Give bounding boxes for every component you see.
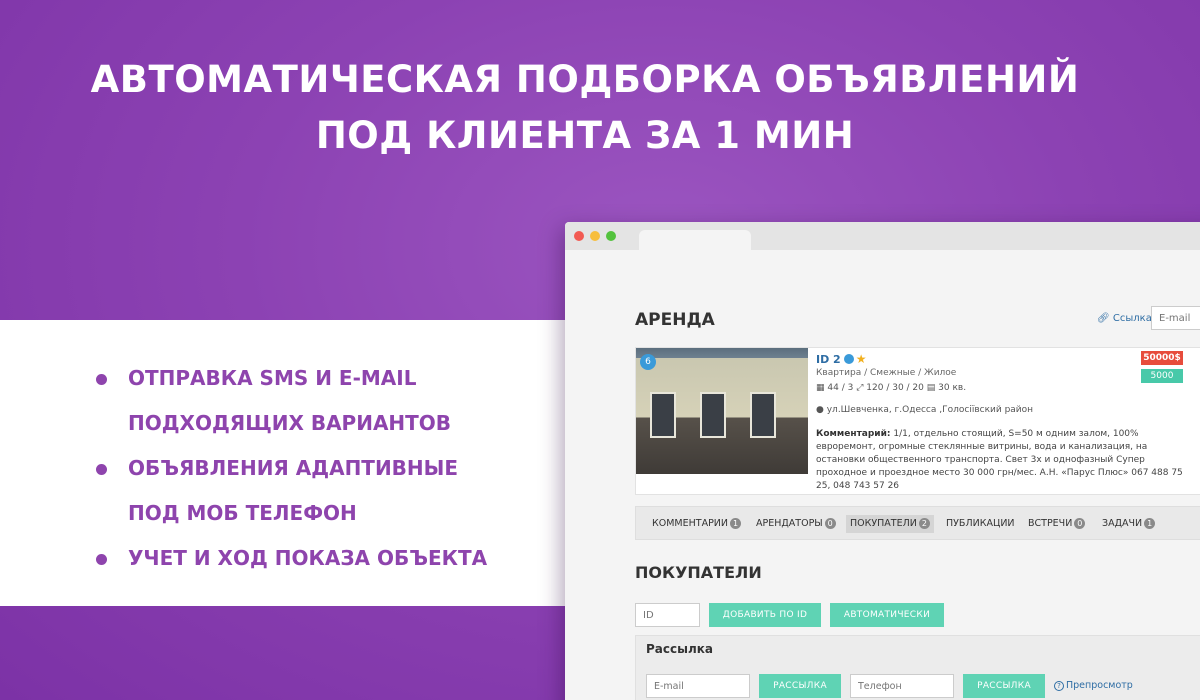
- tab-label: ПОКУПАТЕЛИ: [850, 518, 917, 529]
- close-window-icon[interactable]: [574, 231, 584, 241]
- bullet-icon: [96, 554, 107, 565]
- tab-label: АРЕНДАТОРЫ: [756, 518, 823, 529]
- headline-line-2: ПОД КЛИЕНТА ЗА 1 МИН: [315, 114, 855, 157]
- comment-label: Комментарий:: [816, 429, 891, 439]
- maximize-window-icon[interactable]: [606, 231, 616, 241]
- mailing-email-input[interactable]: [646, 674, 750, 698]
- link-icon: 🔗︎: [1097, 313, 1110, 324]
- floors-value: 44 / 3: [827, 383, 854, 393]
- listing-card[interactable]: 6 ID 2 ★ Квартира / Смежные / Жилое ▦ 44 …: [635, 347, 1200, 495]
- tab-bar: КОММЕНТАРИИ 1 АРЕНДАТОРЫ 0 ПОКУПАТЕЛИ 2 ПУБ…: [635, 506, 1200, 540]
- auto-button[interactable]: АВТОМАТИЧЕСКИ: [830, 603, 944, 627]
- minimize-window-icon[interactable]: [590, 231, 600, 241]
- browser-window: АРЕНДА 🔗︎ Ссылка 6 ID 2 ★ Квартира / Смеж…: [565, 222, 1200, 700]
- features-panel: ОТПРАВКА SMS И E-MAIL ПОДХОДЯЩИХ ВАРИАНТ…: [0, 320, 600, 606]
- tab-count-badge: 2: [918, 518, 930, 529]
- link-button[interactable]: 🔗︎ Ссылка: [1097, 313, 1152, 324]
- listing-photo[interactable]: 6: [636, 348, 808, 474]
- star-icon[interactable]: ★: [856, 352, 867, 366]
- tab-label: ЗАДАЧИ: [1102, 518, 1143, 529]
- feature-item: ОБЪЯВЛЕНИЯ АДАПТИВНЫЕ ПОД МОБ ТЕЛЕФОН: [96, 446, 487, 536]
- tab-comments[interactable]: КОММЕНТАРИИ 1: [648, 515, 745, 533]
- mailing-phone-input[interactable]: [850, 674, 954, 698]
- browser-titlebar: [565, 222, 1200, 250]
- feature-item: ОТПРАВКА SMS И E-MAIL ПОДХОДЯЩИХ ВАРИАНТ…: [96, 356, 487, 446]
- tab-count-badge: 0: [824, 518, 836, 529]
- feature-text: ОБЪЯВЛЕНИЯ АДАПТИВНЫЕ: [128, 456, 459, 480]
- add-by-id-button[interactable]: ДОБАВИТЬ ПО ID: [709, 603, 821, 627]
- help-icon: ?: [1054, 681, 1064, 691]
- address-text: ул.Шевченка, г.Одесса ,Голосіївский райо…: [826, 405, 1034, 415]
- mailing-email-send-button[interactable]: РАССЫЛКА: [759, 674, 841, 698]
- bullet-icon: [96, 464, 107, 475]
- tab-label: КОММЕНТАРИИ: [652, 518, 729, 529]
- tab-tasks[interactable]: ЗАДАЧИ 1: [1098, 515, 1159, 533]
- mailing-panel: Рассылка РАССЫЛКА РАССЫЛКА ?Препросмотр: [635, 635, 1200, 700]
- listing-id[interactable]: ID 2 ★: [816, 352, 866, 366]
- photo-count-badge: 6: [640, 354, 656, 370]
- feature-text: ОТПРАВКА SMS И E-MAIL: [128, 366, 417, 390]
- features-list: ОТПРАВКА SMS И E-MAIL ПОДХОДЯЩИХ ВАРИАНТ…: [96, 356, 487, 581]
- email-input[interactable]: [1151, 306, 1200, 330]
- preview-link[interactable]: ? Препросмотр: [1054, 680, 1133, 691]
- section-title: ПОКУПАТЕЛИ: [635, 563, 762, 582]
- page-title: АРЕНДА: [635, 310, 715, 330]
- photo-window: [650, 392, 676, 438]
- link-label: Ссылка: [1112, 313, 1152, 324]
- tab-count-badge: 1: [1144, 518, 1156, 529]
- listing-type: Квартира / Смежные / Жилое: [816, 368, 957, 378]
- mailing-phone-send-button[interactable]: РАССЫЛКА: [963, 674, 1045, 698]
- tab-buyers[interactable]: ПОКУПАТЕЛИ 2: [846, 515, 934, 533]
- browser-tab[interactable]: [639, 230, 751, 250]
- tab-label: ВСТРЕЧИ: [1028, 518, 1073, 529]
- listing-area: ▦ 44 / 3 ⤢ 120 / 30 / 20 ▤ 30 кв.: [816, 383, 966, 393]
- area-icon: ▤: [926, 383, 936, 393]
- photo-window: [700, 392, 726, 438]
- preview-label: Препросмотр: [1066, 680, 1133, 691]
- listing-comment: Комментарий: 1/1, отдельно стоящий, S=50…: [816, 428, 1184, 493]
- size-value: 120 / 30 / 20: [866, 383, 924, 393]
- headline: АВТОМАТИЧЕСКАЯ ПОДБОРКА ОБЪЯВЛЕНИЙ ПОД К…: [0, 52, 1170, 164]
- tab-count-badge: 1: [730, 518, 742, 529]
- feature-text: ПОДХОДЯЩИХ ВАРИАНТОВ: [128, 411, 452, 435]
- price-uah-badge: 5000 грн: [1141, 369, 1183, 395]
- tab-count-badge: 0: [1074, 518, 1086, 529]
- id-input[interactable]: [635, 603, 700, 627]
- globe-icon: [843, 354, 854, 364]
- mailing-title: Рассылка: [646, 642, 714, 656]
- tab-publications[interactable]: ПУБЛИКАЦИИ: [942, 515, 1019, 533]
- feature-item: УЧЕТ И ХОД ПОКАЗА ОБЪЕКТА: [96, 536, 487, 581]
- bullet-icon: [96, 374, 107, 385]
- page-content: АРЕНДА 🔗︎ Ссылка 6 ID 2 ★ Квартира / Смеж…: [565, 250, 1200, 700]
- map-pin-icon: ●: [816, 405, 824, 415]
- photo-window: [750, 392, 776, 438]
- feature-text: ПОД МОБ ТЕЛЕФОН: [128, 501, 357, 525]
- price-usd-badge: 50000$: [1141, 351, 1183, 365]
- building-icon: ▦: [816, 383, 825, 393]
- listing-address: ● ул.Шевченка, г.Одесса ,Голосіївский ра…: [816, 405, 1033, 415]
- resize-icon: ⤢: [856, 383, 864, 393]
- tab-meetings[interactable]: ВСТРЕЧИ 0: [1024, 515, 1089, 533]
- tab-label: ПУБЛИКАЦИИ: [946, 518, 1015, 529]
- headline-line-1: АВТОМАТИЧЕСКАЯ ПОДБОРКА ОБЪЯВЛЕНИЙ: [90, 58, 1080, 101]
- feature-text: УЧЕТ И ХОД ПОКАЗА ОБЪЕКТА: [128, 546, 488, 570]
- tab-tenants[interactable]: АРЕНДАТОРЫ 0: [752, 515, 840, 533]
- area-kv-value: 30 кв.: [938, 383, 967, 393]
- listing-id-text: ID 2: [816, 353, 841, 366]
